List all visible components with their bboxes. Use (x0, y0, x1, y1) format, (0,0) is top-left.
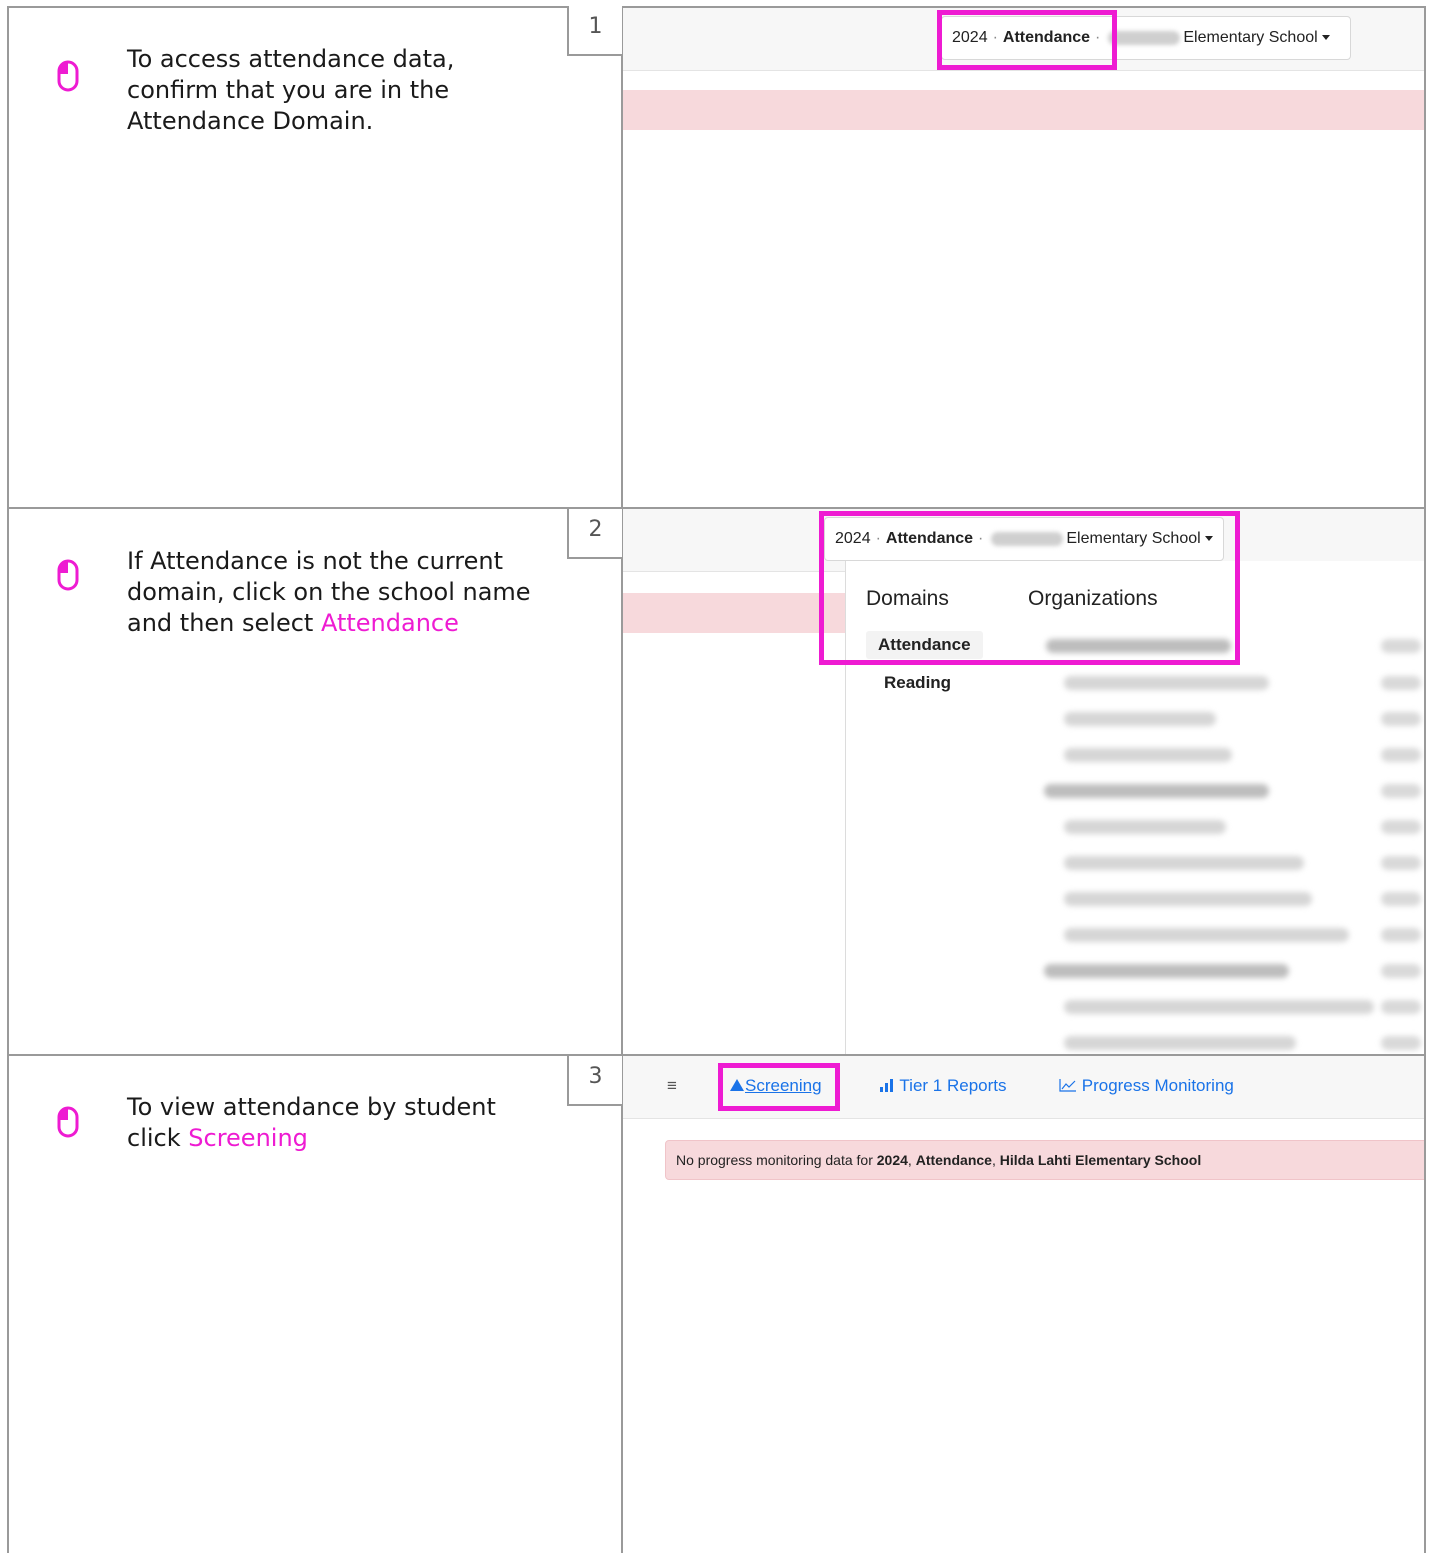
step-number-1: 1 (567, 6, 622, 56)
alert-domain: Attendance (915, 1152, 992, 1168)
redacted-organization (1064, 676, 1269, 690)
alert-prefix: No progress monitoring data for (676, 1152, 877, 1168)
redacted-organization (1064, 1000, 1374, 1014)
step-1-instruction: To access attendance data, confirm that … (127, 44, 537, 137)
redacted-organization (1064, 892, 1312, 906)
mouse-click-icon (57, 1106, 79, 1138)
nav-progress-monitoring-link[interactable]: Progress Monitoring (1059, 1076, 1234, 1096)
line-chart-icon (1059, 1079, 1076, 1092)
step-row-3: To view attendance by student click Scre… (7, 1056, 1426, 1553)
mouse-click-icon (57, 559, 79, 591)
highlight-box-screening (718, 1063, 840, 1111)
redacted-school-prefix (1108, 30, 1181, 45)
step-3-highlight: Screening (188, 1124, 308, 1152)
screenshot-step-1: 2024 · Attendance · Elementary School (623, 8, 1424, 507)
nav-tier1-reports-link[interactable]: Tier 1 Reports (879, 1076, 1007, 1096)
progress-label: Progress Monitoring (1081, 1076, 1234, 1095)
domain-option-reading[interactable]: Reading (884, 673, 951, 693)
redacted-value (1381, 1000, 1421, 1014)
redacted-value (1381, 856, 1421, 870)
redacted-value (1381, 712, 1421, 726)
step-number-3: 3 (567, 1056, 622, 1106)
alert-year: 2024 (876, 1152, 908, 1168)
step-1-text: To access attendance data, confirm that … (127, 45, 455, 135)
redacted-organization (1064, 748, 1232, 762)
step-3-text: To view attendance by student click (127, 1093, 496, 1152)
bar-chart-icon (880, 1079, 893, 1092)
hamburger-menu-icon[interactable]: ≡ (667, 1076, 677, 1096)
tier1-label: Tier 1 Reports (899, 1076, 1007, 1095)
redacted-value (1381, 748, 1421, 762)
highlight-box-menu (819, 511, 1240, 665)
step-row-2: If Attendance is not the current domain,… (7, 509, 1426, 1054)
screenshot-step-3: ≡ Screening Tier 1 Reports Progress Moni… (623, 1056, 1424, 1553)
redacted-value (1381, 820, 1421, 834)
redacted-value (1381, 639, 1421, 653)
redacted-organization (1064, 820, 1226, 834)
redacted-value (1381, 892, 1421, 906)
step-3-instruction: To view attendance by student click Scre… (127, 1092, 537, 1154)
step-2-highlight: Attendance (320, 609, 459, 637)
redacted-value (1381, 676, 1421, 690)
redacted-value (1381, 784, 1421, 798)
redacted-value (1381, 1036, 1421, 1050)
no-data-alert: No progress monitoring data for 2024, At… (665, 1140, 1424, 1180)
redacted-organization (1064, 928, 1349, 942)
redacted-organization (1064, 856, 1304, 870)
redacted-organization (1044, 964, 1289, 978)
redacted-organization (1064, 712, 1216, 726)
mouse-click-icon (57, 60, 79, 92)
highlight-box-domain (937, 10, 1117, 70)
alert-school: Hilda Lahti Elementary School (999, 1152, 1202, 1168)
redacted-value (1381, 964, 1421, 978)
redacted-value (1381, 928, 1421, 942)
step-number-2: 2 (567, 509, 622, 559)
redacted-organization (1064, 1036, 1296, 1050)
step-2-instruction: If Attendance is not the current domain,… (127, 546, 537, 639)
school-label: Elementary School (1183, 29, 1318, 46)
step-row-1: To access attendance data, confirm that … (7, 6, 1426, 507)
alert-band (623, 90, 1424, 130)
caret-down-icon (1321, 35, 1330, 41)
screenshot-step-2: 2024 · Attendance · Elementary School Domain… (623, 509, 1424, 1054)
redacted-organization (1044, 784, 1269, 798)
